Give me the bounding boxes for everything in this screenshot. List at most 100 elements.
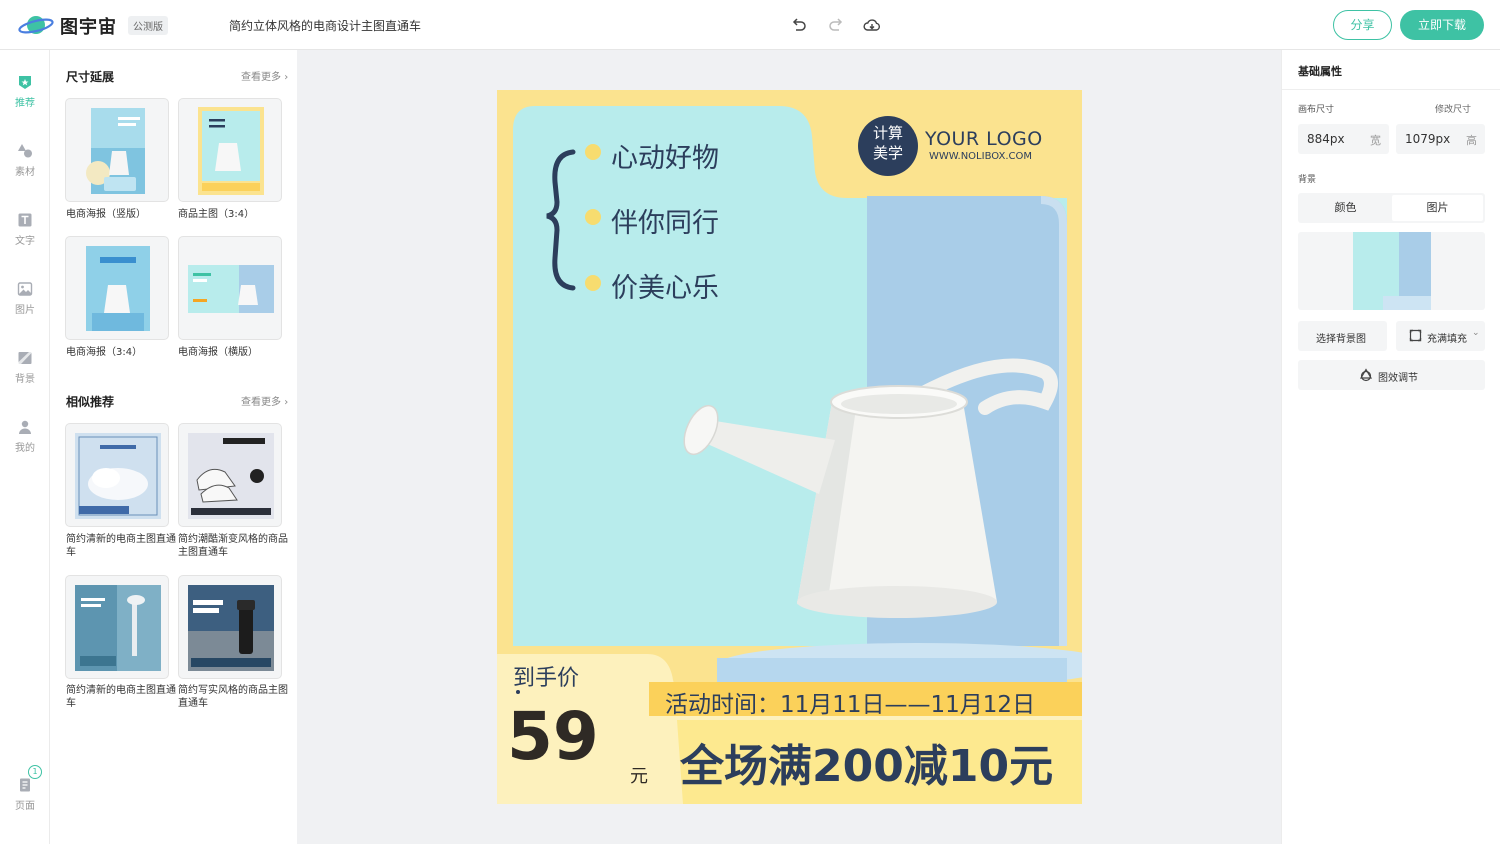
fill-mode-label: 充满填充 [1427, 334, 1467, 345]
slogan-line[interactable]: 价美心乐 [611, 266, 719, 305]
select-background-button[interactable]: 选择背景图 [1298, 321, 1387, 351]
background-preview-image [1353, 232, 1431, 310]
rail-label: 页面 [15, 801, 35, 812]
image-effects-button[interactable]: 图效调节 [1298, 360, 1485, 390]
price-dot [516, 690, 520, 694]
promo-text[interactable]: 全场满200减10元 [680, 730, 1053, 794]
redo-icon[interactable] [826, 15, 846, 35]
rail-item-mine[interactable]: 我的 [0, 419, 50, 465]
top-bar: 图宇宙 公测版 简约立体风格的电商设计主图直通车 分享 立即下载 [0, 0, 1500, 50]
tab-color[interactable]: 颜色 [1300, 195, 1391, 221]
size-section-title: 尺寸延展 [66, 70, 115, 84]
properties-header: 基础属性 [1282, 50, 1500, 90]
effects-icon [1359, 368, 1373, 382]
price-label[interactable]: 到手价 [513, 660, 579, 692]
slogan-line[interactable]: 伴你同行 [611, 201, 719, 240]
seal-char: 算 [888, 124, 904, 142]
tool-rail: 推荐 素材 文字 图片 背景 我的 1 页面 [0, 50, 50, 844]
template-preview-image [86, 246, 150, 331]
similar-thumb-quilt[interactable] [65, 423, 169, 527]
document-title[interactable]: 简约立体风格的电商设计主图直通车 [229, 17, 421, 34]
thumb-caption: 电商海报（竖版） [66, 209, 146, 220]
price-unit[interactable]: 元 [630, 762, 648, 788]
background-preview[interactable] [1298, 232, 1485, 310]
slogan-line[interactable]: 心动好物 [611, 136, 719, 175]
background-icon [18, 352, 32, 364]
size-more-link[interactable]: 查看更多 › [241, 68, 288, 83]
rail-label: 素材 [15, 167, 35, 178]
undo-icon[interactable] [789, 15, 809, 35]
logo-text[interactable]: YOUR LOGO [925, 128, 1043, 150]
tab-image[interactable]: 图片 [1392, 195, 1483, 221]
template-preview-image [75, 433, 161, 519]
text-icon [18, 213, 32, 227]
seal-char: 学 [888, 144, 904, 162]
similar-thumb-shower[interactable] [65, 575, 169, 679]
logo-seal[interactable]: 计算 美学 [861, 123, 915, 169]
seal-char: 美 [872, 144, 888, 162]
rail-item-text[interactable]: 文字 [0, 212, 50, 258]
size-thumb-poster-horizontal[interactable] [178, 236, 282, 340]
properties-title: 基础属性 [1298, 65, 1342, 78]
chevron-right-icon: › [284, 397, 289, 408]
thumb-caption: 商品主图（3:4） [178, 209, 255, 220]
image-icon [17, 282, 33, 296]
rail-item-recommend[interactable]: 推荐 [0, 74, 50, 120]
width-field[interactable]: 884px 宽 [1298, 124, 1389, 154]
height-field[interactable]: 1079px 高 [1396, 124, 1485, 154]
recommend-icon [19, 76, 31, 89]
rail-item-pages[interactable]: 1 页面 [0, 765, 50, 823]
more-label: 查看更多 [241, 397, 281, 408]
pages-icon [20, 778, 30, 792]
similar-thumb-sneakers[interactable] [178, 423, 282, 527]
more-label: 查看更多 [241, 72, 281, 83]
template-preview-image [188, 585, 274, 671]
width-value: 884px [1307, 132, 1345, 146]
planet-logo-icon[interactable] [18, 12, 54, 38]
rail-label: 推荐 [15, 98, 35, 109]
size-thumb-poster-3-4[interactable] [65, 236, 169, 340]
rail-label: 图片 [15, 305, 35, 316]
seal-char: 计 [872, 124, 888, 142]
template-preview-image [86, 108, 145, 194]
background-type-toggle: 颜色 图片 [1298, 193, 1485, 223]
rail-item-material[interactable]: 素材 [0, 143, 50, 189]
size-thumb-product-3-4[interactable] [178, 98, 282, 202]
cloud-save-icon[interactable] [862, 15, 882, 35]
resize-link[interactable]: 修改尺寸 [1435, 102, 1471, 115]
event-time[interactable]: 活动时间：11月11日——11月12日 [665, 685, 1035, 719]
thumb-caption: 简约清新的电商主图直通车 [66, 534, 176, 558]
thumb-caption: 简约清新的电商主图直通车 [66, 685, 176, 709]
rail-item-image[interactable]: 图片 [0, 281, 50, 327]
chevron-right-icon: › [284, 72, 289, 83]
rail-label: 我的 [15, 443, 35, 454]
design-canvas[interactable]: 心动好物 伴你同行 价美心乐 计算 美学 YOUR LOGO WWW.NOLIB… [497, 90, 1082, 804]
background-label: 背景 [1298, 175, 1317, 185]
rail-label: 背景 [15, 374, 35, 385]
download-button[interactable]: 立即下载 [1400, 10, 1484, 40]
size-thumb-poster-vertical[interactable] [65, 98, 169, 202]
fill-mode-select[interactable]: 充满填充 ⌄ [1396, 321, 1485, 351]
thumb-caption: 简约写实风格的商品主图直通车 [178, 685, 288, 709]
template-panel: 尺寸延展 查看更多 › 电商海报（竖版） 商品主图（3:4） 电商海报（3:4）… [50, 50, 297, 844]
thumb-caption: 电商海报（横版） [178, 347, 258, 358]
price-value[interactable]: 59 [507, 698, 599, 775]
canvas-size-label: 画布尺寸 [1298, 105, 1335, 115]
similar-thumb-flashlight[interactable] [178, 575, 282, 679]
template-preview-image [198, 107, 264, 195]
height-value: 1079px [1405, 132, 1451, 146]
properties-panel: 基础属性 画布尺寸 修改尺寸 884px 宽 1079px 高 背景 颜色 图片… [1281, 50, 1500, 844]
rail-label: 文字 [15, 236, 35, 247]
similar-section-title: 相似推荐 [66, 395, 115, 409]
rail-item-background[interactable]: 背景 [0, 350, 50, 396]
chevron-down-icon: ⌄ [1472, 328, 1480, 338]
similar-more-link[interactable]: 查看更多 › [241, 393, 288, 408]
page-count-badge: 1 [28, 765, 42, 779]
thumb-caption: 电商海报（3:4） [66, 347, 143, 358]
share-button[interactable]: 分享 [1333, 10, 1392, 40]
template-preview-image [188, 433, 274, 519]
select-background-label: 选择背景图 [1316, 334, 1366, 345]
fill-mode-icon [1409, 329, 1422, 342]
user-icon [19, 420, 31, 434]
shapes-icon [18, 144, 32, 158]
